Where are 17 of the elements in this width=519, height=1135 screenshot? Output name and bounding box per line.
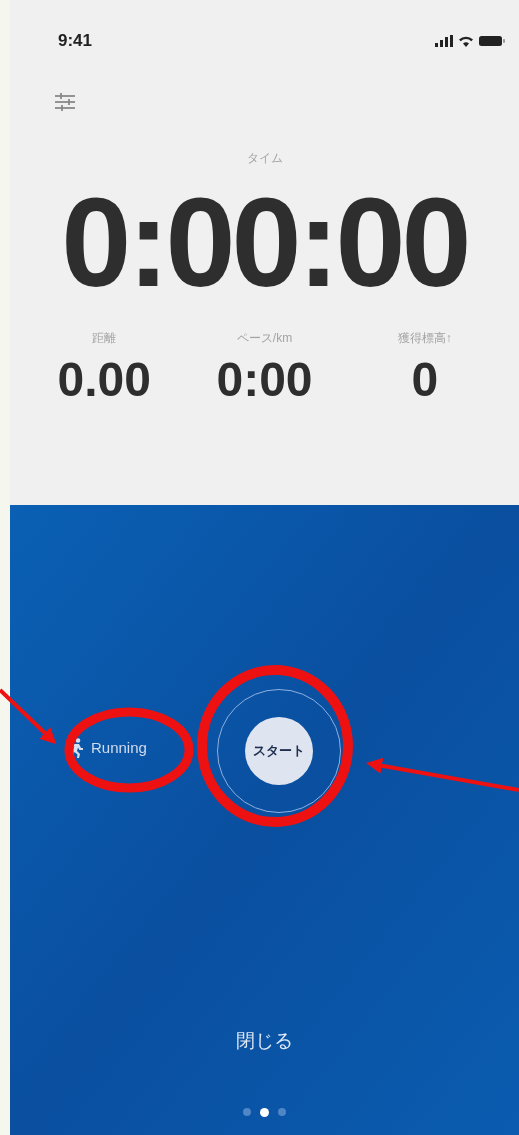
start-button[interactable]: スタート — [245, 717, 313, 785]
stat-label: ペース/km — [236, 332, 293, 344]
stat-value: 0.00 — [57, 356, 151, 404]
settings-icon[interactable] — [54, 92, 76, 112]
close-button[interactable]: 閉じる — [236, 1027, 293, 1056]
timer-value: 0:00:00 — [61, 180, 468, 306]
stat-value: 0 — [411, 356, 439, 404]
stat-label: 距離 — [92, 332, 117, 344]
annotation-arrow — [0, 688, 57, 745]
battery-icon — [479, 35, 505, 47]
status-time: 9:41 — [58, 30, 93, 53]
timer-label: タイム — [246, 152, 283, 164]
wifi-icon — [458, 35, 474, 47]
stat-value: 0:00 — [216, 356, 313, 404]
stat-label: 獲得標高↑ — [397, 332, 452, 344]
activity-label[interactable]: Running — [91, 737, 147, 760]
signal-icon — [435, 35, 453, 47]
